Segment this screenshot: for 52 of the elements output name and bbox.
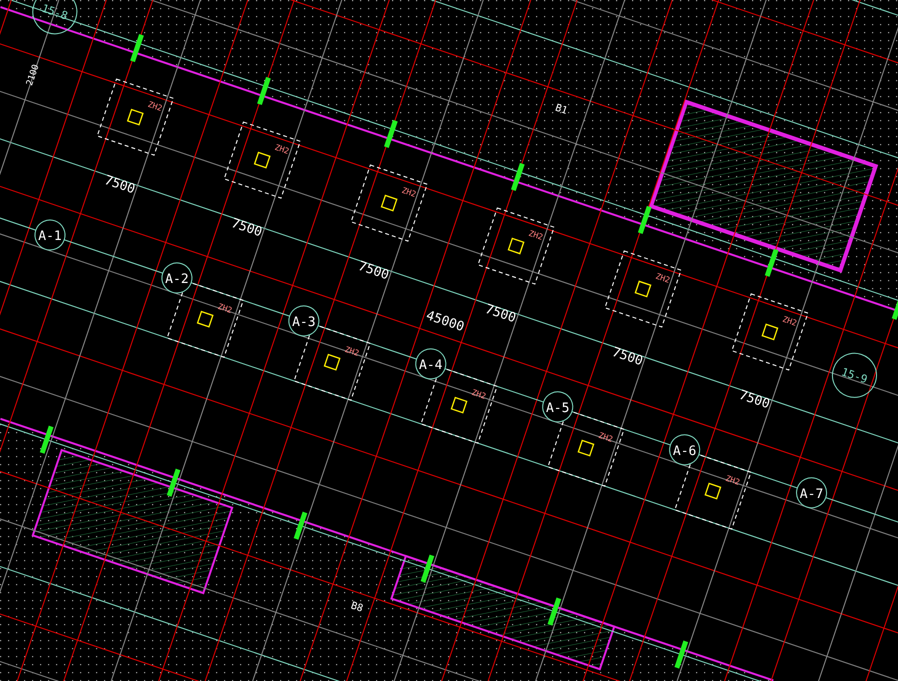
room-label: B1 <box>554 102 569 117</box>
column-icon <box>704 482 722 500</box>
column-icon <box>324 354 341 371</box>
column-icon <box>126 108 144 126</box>
axis-marker: A-1 <box>34 220 66 250</box>
column-tag: ZH2 <box>724 474 741 487</box>
column-tag: ZH2 <box>274 142 290 156</box>
column-icon <box>578 440 594 457</box>
column-icon <box>508 238 524 254</box>
rebar-mark-icon <box>548 598 562 626</box>
rebar-mark-icon <box>638 206 652 234</box>
column-tag: ZH2 <box>344 344 360 358</box>
column-tag: ZH2 <box>400 186 418 199</box>
column-icon <box>380 194 398 212</box>
column-tag: ZH2 <box>597 430 614 444</box>
rebar-mark-icon <box>674 640 688 669</box>
dimension-text: 2100 <box>25 63 42 88</box>
axis-marker: A-6 <box>669 434 700 466</box>
rebar-mark-icon <box>166 468 180 497</box>
rebar-mark-icon <box>294 512 308 540</box>
column-tag: ZH2 <box>216 302 234 316</box>
room-label: B8 <box>349 600 364 615</box>
rebar-mark-icon <box>420 554 434 583</box>
detail-marker: 15-9 <box>832 352 877 398</box>
dimension-text: 7500 <box>356 259 391 284</box>
column-tag: ZH2 <box>654 272 671 285</box>
dimension-text: 7500 <box>102 173 137 198</box>
rebar-mark-icon <box>130 34 144 62</box>
column-tag: ZH2 <box>470 388 488 401</box>
column-icon <box>762 324 778 340</box>
axis-marker: A-2 <box>161 262 192 294</box>
dimension-text: 7500 <box>610 344 645 370</box>
column-tag: ZH2 <box>146 100 164 113</box>
column-icon <box>254 152 271 169</box>
column-tag: ZH2 <box>528 228 544 242</box>
dimension-text: 7500 <box>483 302 518 326</box>
rebar-mark-icon <box>764 248 779 277</box>
axis-marker: A-7 <box>796 477 828 508</box>
rebar-mark-icon <box>510 162 525 191</box>
axis-marker: A-3 <box>288 305 320 336</box>
rebar-mark-icon <box>257 76 271 106</box>
dimension-text: 7500 <box>737 388 772 412</box>
rebar-mark-icon <box>384 120 398 148</box>
axis-marker: A-4 <box>415 348 446 380</box>
column-icon <box>196 310 214 328</box>
column-icon <box>450 396 468 414</box>
axis-marker: A-5 <box>542 391 574 422</box>
column-icon <box>634 280 652 298</box>
rebar-mark-icon <box>40 426 54 454</box>
dimension-text: 7500 <box>229 216 264 240</box>
column-tag: ZH2 <box>781 314 798 328</box>
dimension-text: 45000 <box>424 308 466 336</box>
